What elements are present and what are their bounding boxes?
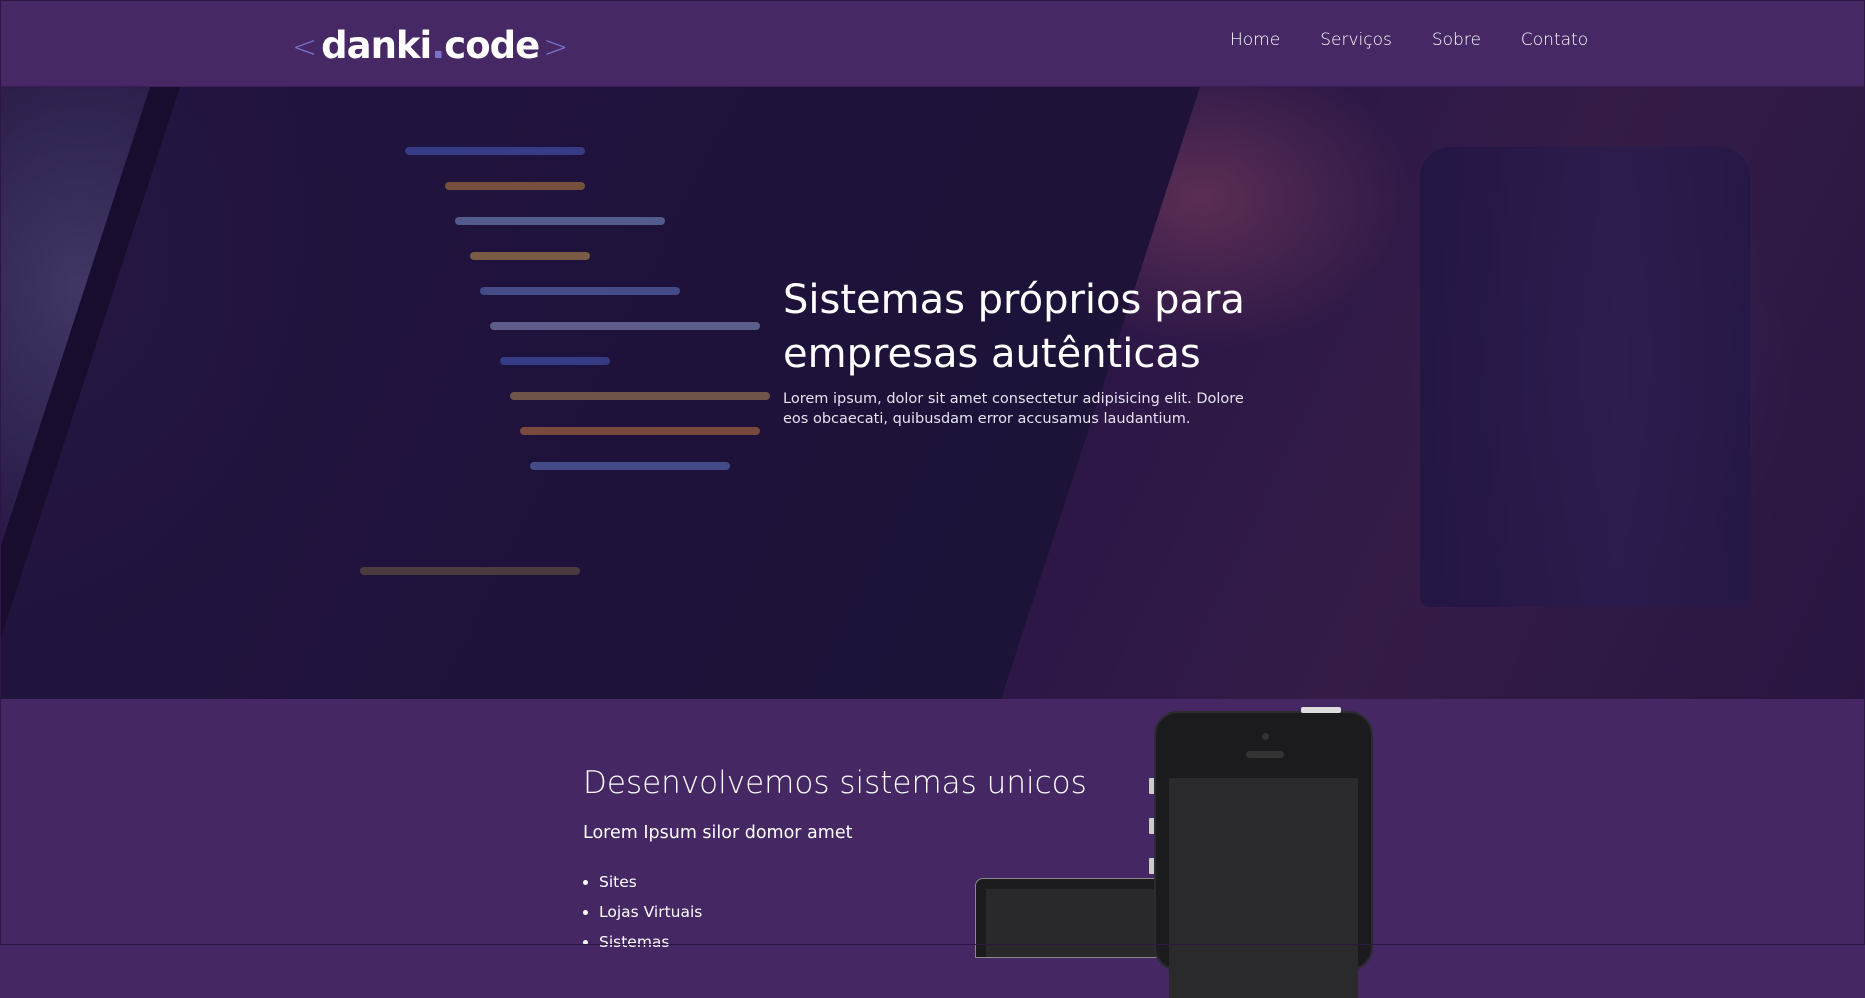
nav-servicos[interactable]: Serviços	[1320, 30, 1392, 50]
tablet-screen	[986, 889, 1174, 957]
services-section: Desenvolvemos sistemas unicos Lorem Ipsu…	[0, 699, 1865, 998]
phone-screen	[1169, 778, 1358, 998]
nav-contato[interactable]: Contato	[1521, 30, 1588, 50]
list-item: Sites	[599, 867, 702, 897]
nav-sobre[interactable]: Sobre	[1432, 30, 1481, 50]
logo-text: danki.code	[321, 24, 540, 67]
hero-description: Lorem ipsum, dolor sit amet consectetur …	[783, 391, 1244, 427]
phone-power-button	[1301, 707, 1341, 713]
phone-camera	[1262, 733, 1269, 740]
tablet-image	[975, 878, 1175, 958]
logo-word-code: code	[444, 24, 540, 67]
list-item: Sistemas	[599, 927, 702, 957]
hero-title: Sistemas próprios para empresas autêntic…	[783, 277, 1245, 377]
logo-word-danki: danki	[321, 24, 432, 67]
logo-bracket-right: >	[543, 30, 569, 65]
nav-home[interactable]: Home	[1230, 30, 1280, 50]
hero-banner: Sistemas próprios para empresas autêntic…	[0, 87, 1865, 699]
services-title: Desenvolvemos sistemas unicos	[583, 765, 1087, 801]
logo[interactable]: < danki.code >	[292, 18, 568, 64]
services-list: Sites Lojas Virtuais Sistemas	[599, 867, 702, 957]
services-subtitle: Lorem Ipsum silor domor amet	[583, 823, 853, 843]
logo-bracket-left: <	[292, 30, 318, 65]
site-header: < danki.code > Home Serviços Sobre Conta…	[0, 0, 1865, 87]
phone-image	[1154, 707, 1373, 998]
main-nav: Home Serviços Sobre Contato	[1230, 30, 1588, 50]
hero-text: Sistemas próprios para empresas autêntic…	[783, 273, 1253, 429]
list-item: Lojas Virtuais	[599, 897, 702, 927]
phone-speaker	[1246, 751, 1284, 758]
logo-dot: .	[431, 24, 445, 67]
